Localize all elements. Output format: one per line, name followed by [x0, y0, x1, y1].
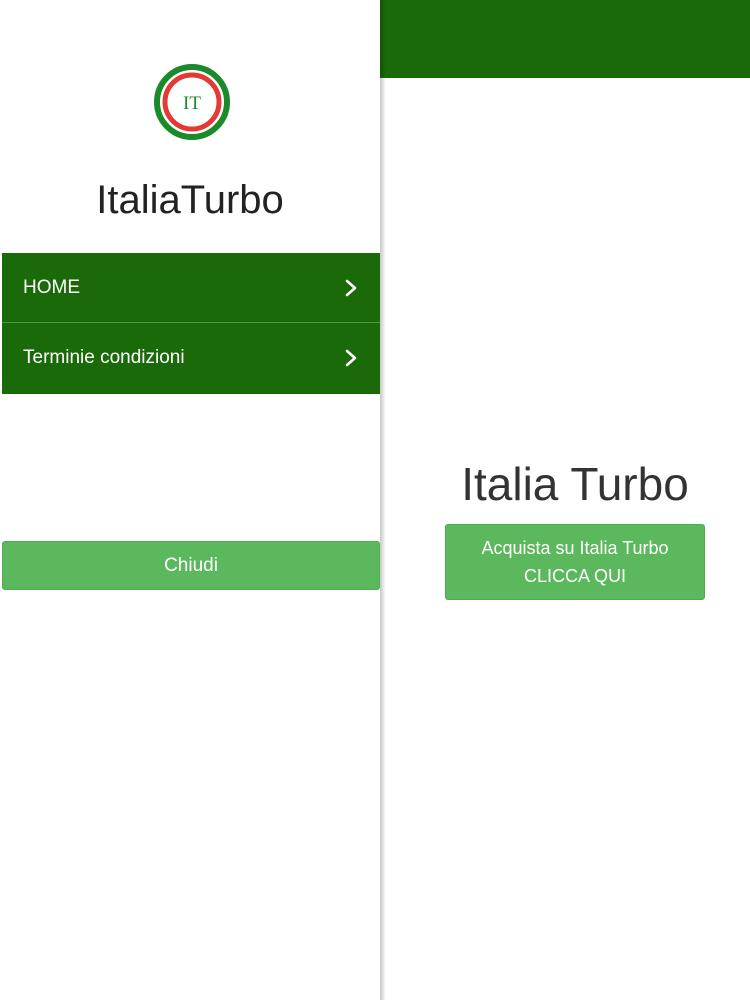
chevron-right-icon — [345, 349, 357, 367]
menu-item-label: HOME — [23, 277, 80, 298]
drawer-menu: HOME Terminie condizioni — [2, 253, 380, 394]
buy-button-line1: Acquista su Italia Turbo — [481, 538, 669, 558]
menu-item-terms[interactable]: Terminie condizioni — [2, 323, 380, 394]
drawer-shadow — [380, 0, 386, 1000]
italia-turbo-logo: IT — [154, 64, 230, 140]
close-drawer-button[interactable]: Chiudi — [2, 541, 380, 590]
top-app-bar — [380, 0, 750, 78]
navigation-drawer: IT ItaliaTurbo HOME Terminie condizioni … — [0, 0, 380, 1000]
brand-title: ItaliaTurbo — [96, 178, 284, 222]
main-title: Italia Turbo — [461, 458, 689, 510]
buy-on-italia-turbo-button[interactable]: Acquista su Italia Turbo CLICCA QUI — [445, 524, 705, 600]
buy-button-line2: CLICCA QUI — [523, 566, 627, 586]
logo-text: IT — [183, 93, 201, 114]
menu-item-home[interactable]: HOME — [2, 253, 380, 323]
app-screen: Italia Turbo Acquista su Italia Turbo CL… — [0, 0, 750, 1000]
chevron-right-icon — [345, 279, 357, 297]
menu-item-label: Terminie condizioni — [23, 347, 185, 368]
